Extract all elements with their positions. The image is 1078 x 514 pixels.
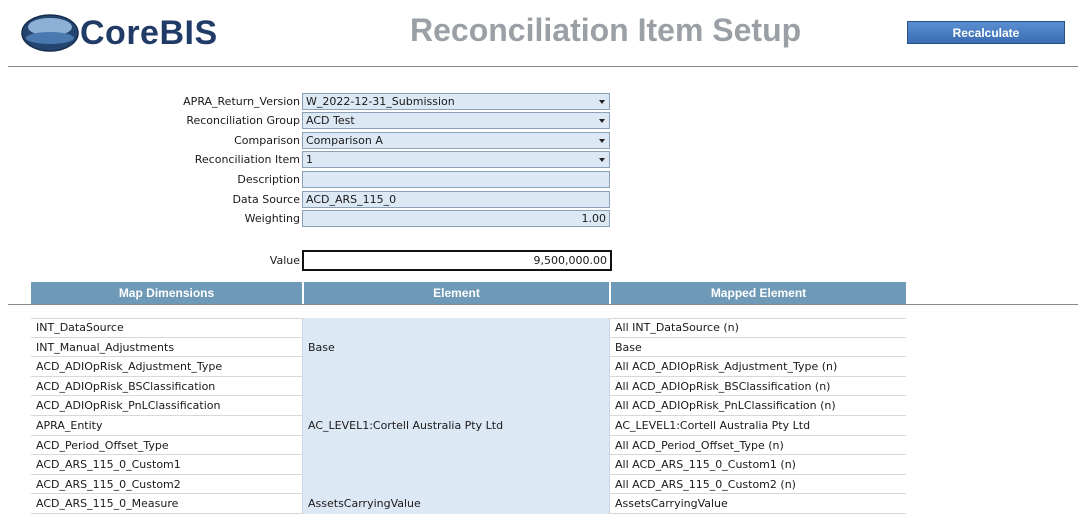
mapped-element-cell: AssetsCarryingValue bbox=[615, 497, 728, 511]
dropdown-arrow-icon[interactable] bbox=[599, 139, 605, 143]
data-source-label: Data Source bbox=[232, 193, 300, 206]
mapped-element-cell: Base bbox=[615, 340, 642, 354]
comparison-dropdown[interactable]: Comparison A bbox=[302, 132, 610, 149]
mapping-table: INT_DataSource All INT_DataSource (n) IN… bbox=[31, 318, 906, 514]
value-amount: 9,500,000.00 bbox=[533, 254, 607, 267]
mapped-element-cell: AC_LEVEL1:Cortell Australia Pty Ltd bbox=[615, 418, 811, 432]
dimension-cell: ACD_ARS_115_0_Custom2 bbox=[36, 477, 181, 491]
header-element: Element bbox=[304, 282, 609, 304]
mapped-element-cell: All ACD_ARS_115_0_Custom1 (n) bbox=[615, 458, 796, 472]
element-cell[interactable] bbox=[302, 357, 610, 377]
corebis-logo: CoreBIS bbox=[20, 10, 240, 56]
dimension-cell: APRA_Entity bbox=[36, 418, 103, 432]
table-row: ACD_ARS_115_0_Custom1 All ACD_ARS_115_0_… bbox=[31, 455, 906, 475]
logo-icon bbox=[21, 14, 79, 52]
mapped-element-cell: All ACD_ADIOpRisk_BSClassification (n) bbox=[615, 379, 831, 393]
logo-text: CoreBIS bbox=[80, 13, 218, 52]
element-cell[interactable] bbox=[302, 376, 610, 397]
description-label: Description bbox=[237, 173, 300, 186]
dimension-cell: ACD_ADIOpRisk_Adjustment_Type bbox=[36, 360, 223, 374]
element-cell[interactable]: AssetsCarryingValue bbox=[302, 494, 610, 514]
dropdown-arrow-icon[interactable] bbox=[599, 158, 605, 162]
recon-group-dropdown[interactable]: ACD Test bbox=[302, 112, 610, 129]
table-row: ACD_ADIOpRisk_Adjustment_Type All ACD_AD… bbox=[31, 357, 906, 377]
mapped-element-cell: All ACD_Period_Offset_Type (n) bbox=[615, 438, 784, 452]
table-row: ACD_ADIOpRisk_BSClassification All ACD_A… bbox=[31, 376, 906, 397]
data-source-field[interactable]: ACD_ARS_115_0 bbox=[302, 191, 610, 208]
element-cell[interactable] bbox=[302, 455, 610, 475]
table-row: ACD_ARS_115_0_Custom2 All ACD_ARS_115_0_… bbox=[31, 474, 906, 495]
header-map-dimensions: Map Dimensions bbox=[31, 282, 302, 304]
dimension-cell: ACD_ARS_115_0_Custom1 bbox=[36, 458, 181, 472]
recon-item-value: 1 bbox=[306, 153, 313, 166]
comparison-value: Comparison A bbox=[306, 134, 383, 147]
comparison-label: Comparison bbox=[234, 134, 300, 147]
mapped-element-cell: All ACD_ARS_115_0_Custom2 (n) bbox=[615, 477, 796, 491]
dimension-cell: INT_Manual_Adjustments bbox=[36, 340, 175, 354]
element-cell[interactable] bbox=[302, 435, 610, 456]
weighting-field[interactable]: 1.00 bbox=[302, 210, 610, 227]
table-row: APRA_Entity AC_LEVEL1:Cortell Australia … bbox=[31, 415, 906, 436]
table-row: ACD_Period_Offset_Type All ACD_Period_Of… bbox=[31, 435, 906, 456]
dimension-cell: INT_DataSource bbox=[36, 321, 124, 334]
dropdown-arrow-icon[interactable] bbox=[599, 100, 605, 104]
description-field[interactable] bbox=[302, 171, 610, 188]
mapped-element-cell: All ACD_ADIOpRisk_PnLClassification (n) bbox=[615, 399, 836, 413]
dimension-cell: ACD_ADIOpRisk_BSClassification bbox=[36, 379, 216, 393]
mapped-element-cell: All INT_DataSource (n) bbox=[615, 321, 739, 334]
dimension-cell: ACD_Period_Offset_Type bbox=[36, 438, 169, 452]
recon-item-dropdown[interactable]: 1 bbox=[302, 151, 610, 168]
header-mapped-element: Mapped Element bbox=[611, 282, 906, 304]
weighting-label: Weighting bbox=[244, 212, 300, 225]
header-divider bbox=[8, 66, 1078, 67]
table-divider bbox=[8, 304, 1078, 305]
table-row: INT_DataSource All INT_DataSource (n) bbox=[31, 318, 906, 338]
mapped-element-cell: All ACD_ADIOpRisk_Adjustment_Type (n) bbox=[615, 360, 838, 374]
recon-group-label: Reconciliation Group bbox=[186, 114, 300, 127]
element-cell[interactable] bbox=[302, 318, 610, 338]
return-version-value: W_2022-12-31_Submission bbox=[306, 95, 455, 108]
table-row: ACD_ADIOpRisk_PnLClassification All ACD_… bbox=[31, 396, 906, 416]
value-label: Value bbox=[269, 254, 300, 267]
recon-item-label: Reconciliation Item bbox=[194, 153, 300, 166]
dimension-cell: ACD_ARS_115_0_Measure bbox=[36, 497, 179, 511]
recon-group-value: ACD Test bbox=[306, 114, 355, 127]
dropdown-arrow-icon[interactable] bbox=[599, 119, 605, 123]
dimension-cell: ACD_ADIOpRisk_PnLClassification bbox=[36, 399, 221, 413]
return-version-dropdown[interactable]: W_2022-12-31_Submission bbox=[302, 93, 610, 110]
recalculate-button[interactable]: Recalculate bbox=[907, 21, 1065, 44]
element-cell[interactable]: AC_LEVEL1:Cortell Australia Pty Ltd bbox=[302, 415, 610, 436]
element-cell[interactable] bbox=[302, 474, 610, 495]
table-row: INT_Manual_Adjustments Base Base bbox=[31, 337, 906, 358]
page-title: Reconciliation Item Setup bbox=[410, 12, 802, 48]
table-row: ACD_ARS_115_0_Measure AssetsCarryingValu… bbox=[31, 494, 906, 514]
value-field: 9,500,000.00 bbox=[302, 250, 612, 271]
return-version-label: APRA_Return_Version bbox=[183, 95, 300, 108]
weighting-value: 1.00 bbox=[581, 212, 607, 225]
element-cell[interactable] bbox=[302, 396, 610, 416]
data-source-value: ACD_ARS_115_0 bbox=[306, 193, 397, 206]
element-cell[interactable]: Base bbox=[302, 337, 610, 358]
